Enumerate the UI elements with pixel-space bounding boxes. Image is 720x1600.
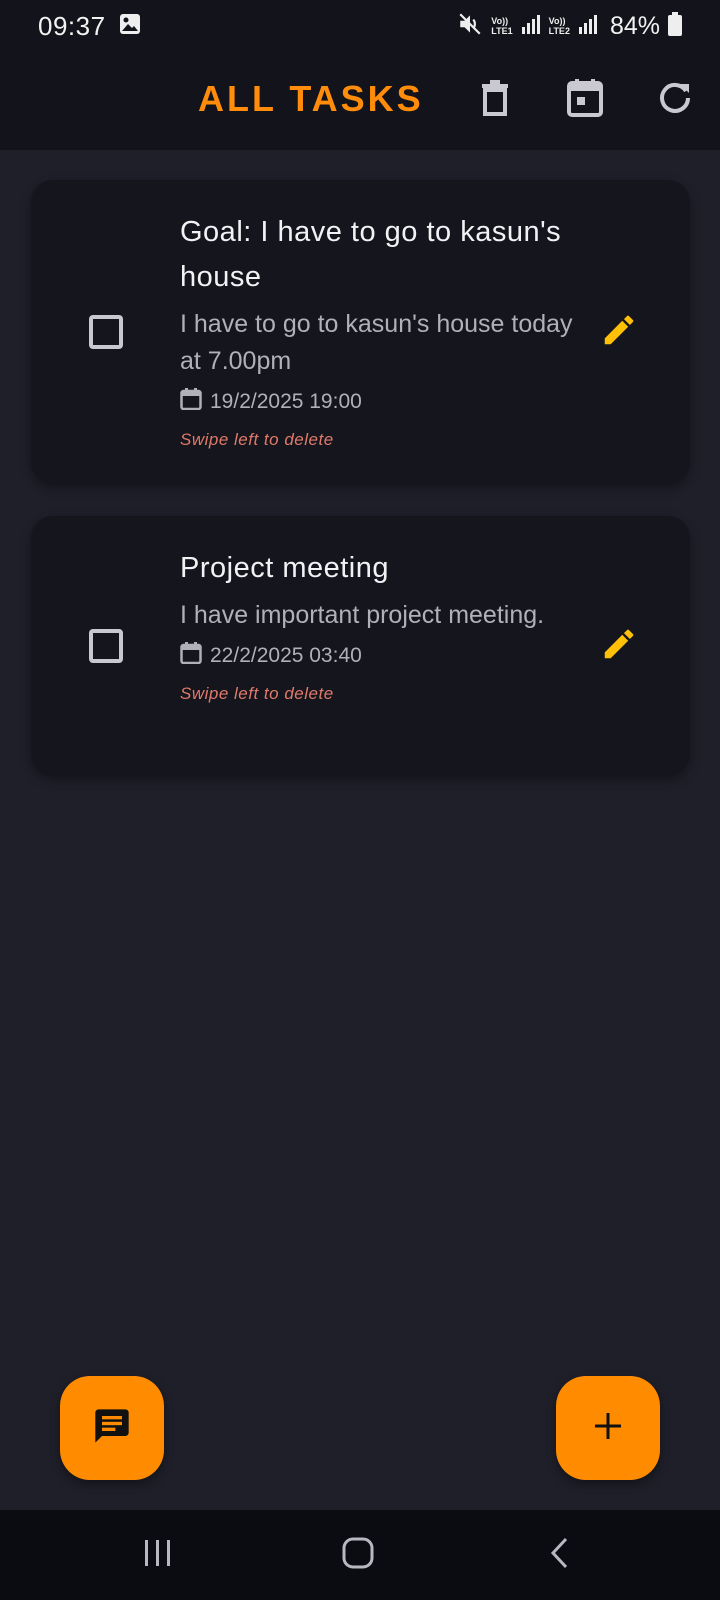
delete-icon [479, 79, 511, 121]
add-icon [593, 1411, 623, 1446]
status-time: 09:37 [38, 10, 106, 41]
refresh-icon [658, 81, 692, 120]
task-date-row: 19/2/2025 19:00 [180, 388, 580, 416]
task-content: Project meeting I have important project… [180, 546, 580, 704]
recent-apps-button[interactable] [128, 1530, 188, 1580]
back-icon [548, 1536, 572, 1575]
chat-fab-button[interactable] [60, 1376, 164, 1480]
task-checkbox[interactable] [89, 315, 123, 349]
app-bar: ALL TASKS [0, 52, 720, 150]
edit-task-button[interactable] [595, 308, 643, 356]
home-button[interactable] [328, 1530, 388, 1580]
home-icon [341, 1536, 375, 1575]
task-description: I have to go to kasun's house today at 7… [180, 310, 573, 375]
task-title: Project meeting [180, 552, 389, 584]
status-bar: 09:37 Vo)) LTE1 Vo)) LTE2 84% [0, 0, 720, 52]
add-task-fab-button[interactable] [556, 1376, 660, 1480]
task-card[interactable]: Goal: I have to go to kasun's house I ha… [31, 180, 690, 484]
task-title: Goal: I have to go to kasun's house [180, 216, 562, 293]
calendar-button[interactable] [561, 76, 609, 124]
page-title: ALL TASKS [198, 78, 424, 119]
task-date: 19/2/2025 19:00 [210, 390, 362, 413]
task-date-row: 22/2/2025 03:40 [180, 642, 580, 670]
gallery-icon [118, 12, 142, 41]
back-button[interactable] [530, 1530, 590, 1580]
calendar-small-icon [180, 388, 202, 416]
edit-task-button[interactable] [595, 622, 643, 670]
signal-icon [578, 13, 598, 40]
recent-apps-icon [142, 1538, 174, 1573]
task-card[interactable]: Project meeting I have important project… [31, 516, 690, 776]
delete-all-button[interactable] [471, 76, 519, 124]
pencil-icon [600, 311, 638, 354]
task-date: 22/2/2025 03:40 [210, 644, 362, 667]
refresh-button[interactable] [651, 76, 699, 124]
mute-icon [457, 11, 483, 42]
task-checkbox[interactable] [89, 629, 123, 663]
task-content: Goal: I have to go to kasun's house I ha… [180, 210, 580, 450]
battery-icon [668, 11, 682, 41]
system-nav-bar [0, 1510, 720, 1600]
sim1-label: Vo)) LTE1 [491, 16, 513, 36]
battery-percent: 84% [609, 11, 660, 40]
calendar-icon [567, 78, 603, 122]
calendar-small-icon [180, 642, 202, 670]
sim2-label: Vo)) LTE2 [548, 16, 570, 36]
chat-icon [92, 1406, 132, 1451]
pencil-icon [600, 625, 638, 668]
signal-icon [521, 13, 541, 40]
swipe-hint: Swipe left to delete [180, 430, 334, 449]
task-description: I have important project meeting. [180, 601, 545, 629]
screen: 09:37 Vo)) LTE1 Vo)) LTE2 84% ALL TASKS … [0, 0, 720, 1600]
swipe-hint: Swipe left to delete [180, 684, 334, 703]
